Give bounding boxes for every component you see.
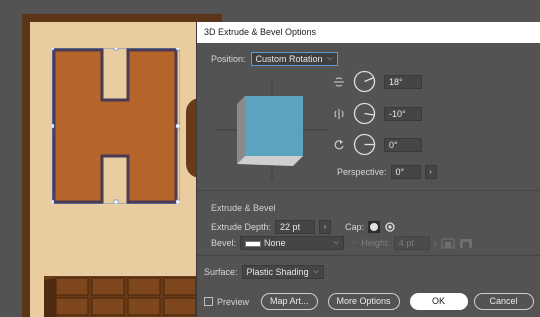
dialog-title: 3D Extrude & Bevel Options (197, 22, 540, 43)
cap-off-icon[interactable] (384, 221, 396, 233)
bevel-label: Bevel: (211, 238, 237, 248)
chevron-down-icon: ⌵ (333, 239, 340, 246)
ok-button[interactable]: OK (409, 293, 468, 310)
rotate-z-axis-icon (334, 139, 344, 149)
position-select[interactable]: Custom Rotation ⌵ (250, 52, 338, 66)
chocolate-bar-shape (44, 276, 199, 317)
map-art-button[interactable]: Map Art... (261, 293, 318, 310)
rotate-x-dial[interactable] (353, 70, 376, 93)
section-divider (197, 255, 540, 256)
cap-on-icon[interactable] (368, 221, 381, 233)
rotate-y-axis-icon (334, 108, 344, 119)
more-options-button[interactable]: More Options (327, 293, 400, 310)
chevron-down-icon: ⌵ (352, 239, 358, 246)
rotate-z-input[interactable]: 0° (384, 137, 422, 152)
perspective-label: Perspective: (337, 167, 387, 177)
extrude-depth-arrow-button[interactable]: › (319, 220, 332, 234)
height-input[interactable]: 4 pt (393, 236, 430, 250)
extrude-depth-input[interactable]: 22 pt (275, 220, 316, 234)
bevel-swatch (245, 240, 262, 247)
track-cube[interactable] (211, 74, 333, 184)
perspective-input[interactable]: 0° (390, 165, 421, 179)
surface-value: Plastic Shading (246, 267, 309, 277)
bevel-extent-in-icon[interactable] (441, 237, 455, 249)
chevron-down-icon: ⌵ (313, 268, 319, 275)
rotate-z-dial[interactable] (353, 133, 376, 156)
section-divider (197, 190, 540, 191)
height-arrow: › (433, 238, 437, 248)
extrude-bevel-heading: Extrude & Bevel (211, 203, 276, 213)
preview-checkbox[interactable] (204, 297, 213, 306)
letter-h-shape[interactable] (52, 48, 180, 204)
surface-select[interactable]: Plastic Shading ⌵ (241, 265, 324, 279)
rotate-y-input[interactable]: -10° (384, 106, 422, 121)
rotate-x-input[interactable]: 18° (384, 74, 422, 89)
bevel-value: None (264, 238, 286, 248)
bevel-extent-out-icon[interactable] (459, 237, 473, 249)
cancel-button[interactable]: Cancel (473, 293, 534, 310)
preview-label: Preview (217, 296, 250, 307)
surface-label: Surface: (204, 267, 238, 277)
extrude-depth-label: Extrude Depth: (211, 222, 272, 232)
rotate-y-dial[interactable] (353, 102, 376, 125)
bevel-select[interactable]: None ⌵ (240, 236, 345, 250)
extrude-bevel-dialog: 3D Extrude & Bevel Options Position: Cus… (196, 22, 540, 317)
position-label: Position: (211, 54, 246, 64)
cap-label: Cap: (345, 222, 365, 232)
rotate-x-axis-icon (334, 77, 344, 86)
chevron-down-icon: ⌵ (327, 55, 333, 62)
position-value: Custom Rotation (255, 54, 323, 64)
perspective-arrow-button[interactable]: › (424, 165, 437, 179)
height-label: Height: (361, 238, 390, 248)
